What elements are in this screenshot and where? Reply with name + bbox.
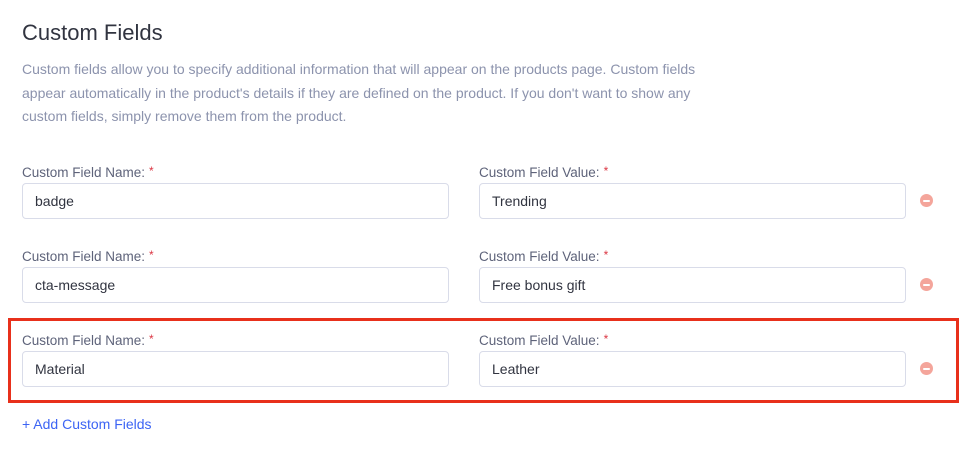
remove-field-icon[interactable] (920, 362, 933, 375)
custom-field-name-input[interactable] (22, 183, 449, 219)
required-marker: * (149, 164, 154, 178)
custom-field-value-label: Custom Field Value: * (479, 248, 609, 264)
custom-field-name-label: Custom Field Name: * (22, 164, 154, 180)
custom-field-row: Custom Field Name:* Custom Field Value:* (0, 164, 965, 225)
custom-field-value-input[interactable] (479, 183, 906, 219)
required-marker: * (603, 248, 609, 262)
description-line: custom fields, simply remove them from t… (22, 108, 347, 124)
required-marker: * (603, 164, 609, 178)
custom-field-value-label: Custom Field Value: * (479, 332, 609, 348)
custom-field-name-input[interactable] (22, 267, 449, 303)
custom-field-value-input[interactable] (479, 351, 906, 387)
remove-field-icon[interactable] (920, 194, 933, 207)
custom-field-name-label: Custom Field Name: * (22, 332, 154, 348)
description-line: appear automatically in the product's de… (22, 84, 691, 101)
add-custom-fields-link[interactable]: + Add Custom Fields (22, 415, 152, 433)
section-title: Custom Fields (22, 20, 163, 45)
custom-field-value-label: Custom Field Value: * (479, 164, 609, 180)
required-marker: * (149, 332, 154, 346)
custom-field-row: Custom Field Name:* Custom Field Value:* (0, 332, 965, 393)
custom-field-row: Custom Field Name:* Custom Field Value:* (0, 248, 965, 309)
description-line: Custom fields allow you to specify addit… (22, 61, 696, 77)
section-description: Custom fields allow you to specify addit… (22, 58, 722, 129)
remove-field-icon[interactable] (920, 278, 933, 291)
custom-field-name-label: Custom Field Name: * (22, 248, 154, 264)
required-marker: * (603, 332, 609, 346)
required-marker: * (149, 248, 154, 262)
custom-field-name-input[interactable] (22, 351, 449, 387)
custom-field-value-input[interactable] (479, 267, 906, 303)
